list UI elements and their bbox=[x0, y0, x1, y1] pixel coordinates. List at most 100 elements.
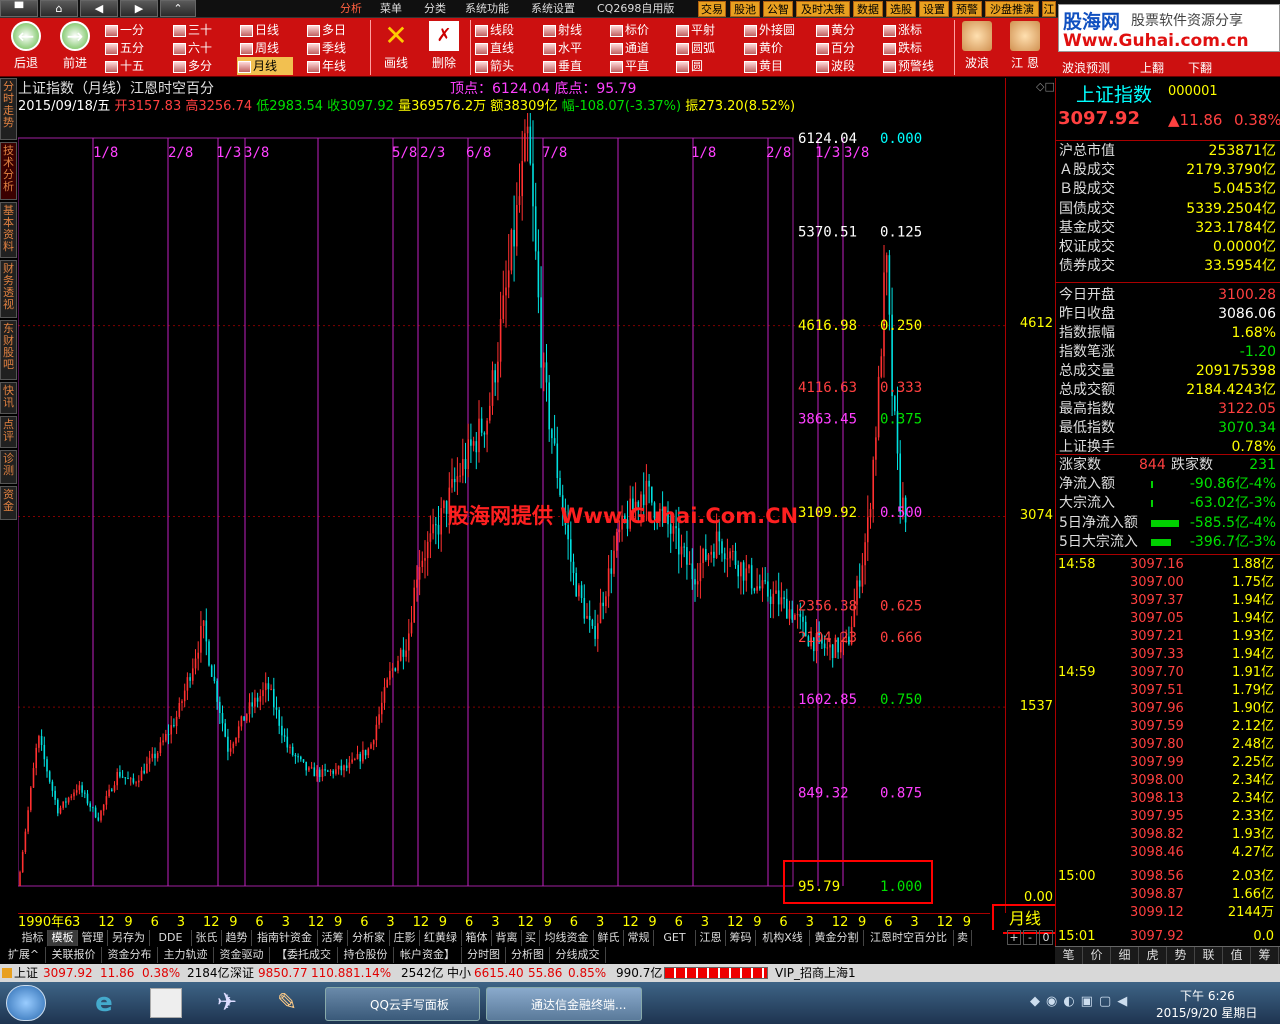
side-tab-basic-info[interactable]: 基本资料 bbox=[0, 202, 17, 258]
indicator-tab[interactable]: 趋势 bbox=[222, 930, 252, 946]
zx-index[interactable]: 6615.40 bbox=[474, 964, 524, 982]
tool-golden-price[interactable]: 黄价 bbox=[743, 39, 783, 57]
tool-ray[interactable]: 射线 bbox=[542, 21, 582, 39]
app-icon[interactable] bbox=[150, 988, 182, 1018]
side-tab-finance[interactable]: 财务透视 bbox=[0, 260, 17, 318]
quote-panel-tab[interactable]: 势 bbox=[1167, 947, 1195, 964]
tab-data[interactable]: 数据 bbox=[853, 1, 883, 17]
function-tab[interactable]: 帐户资金】 bbox=[394, 947, 462, 963]
clock-date[interactable]: 2015/9/20 星期日 bbox=[1156, 1004, 1257, 1021]
indicator-tab[interactable]: 江恩 bbox=[696, 930, 726, 946]
quote-panel-tab[interactable]: 笔 bbox=[1055, 947, 1083, 964]
indicator-tab[interactable]: 背离 bbox=[492, 930, 522, 946]
indicator-tab[interactable]: 庄影 bbox=[390, 930, 420, 946]
tool-flat-ray[interactable]: 平射 bbox=[675, 21, 715, 39]
indicator-tab[interactable]: 管理 bbox=[78, 930, 108, 946]
tool-golden-split[interactable]: 黄分 bbox=[815, 21, 855, 39]
function-tab[interactable]: 扩展^ bbox=[2, 947, 46, 963]
sh-index[interactable]: 3097.92 bbox=[43, 964, 93, 982]
tool-line[interactable]: 直线 bbox=[474, 39, 514, 57]
side-tab-diagnose[interactable]: 诊测 bbox=[0, 450, 17, 484]
indicator-tab[interactable]: 指南针资金 bbox=[252, 930, 318, 946]
tool-alert-line[interactable]: 预警线 bbox=[882, 57, 934, 75]
back-arrow-button[interactable]: ◀ bbox=[80, 0, 118, 17]
tab-jiang[interactable]: 江 bbox=[1042, 1, 1056, 17]
period-day[interactable]: 日线 bbox=[239, 21, 279, 39]
tab-settings[interactable]: 设置 bbox=[919, 1, 949, 17]
tool-arc[interactable]: 圆弧 bbox=[675, 39, 715, 57]
menu-analysis[interactable]: 分析 bbox=[340, 1, 362, 17]
tool-price-mark[interactable]: 标价 bbox=[609, 21, 649, 39]
quote-panel-tab[interactable]: 联 bbox=[1195, 947, 1223, 964]
period-multiday[interactable]: 多日 bbox=[306, 21, 346, 39]
period-15min[interactable]: 十五 bbox=[104, 57, 144, 75]
tab-stock-pool[interactable]: 股池 bbox=[730, 1, 760, 17]
indicator-tab[interactable]: 箱体 bbox=[462, 930, 492, 946]
period-month[interactable]: 月线 bbox=[237, 57, 293, 75]
side-tab-forum[interactable]: 东财股吧 bbox=[0, 320, 17, 380]
period-week[interactable]: 周线 bbox=[239, 39, 279, 57]
side-tab-news[interactable]: 快讯 bbox=[0, 382, 17, 414]
indicator-tab[interactable]: 常规 bbox=[624, 930, 654, 946]
function-tab[interactable]: 分时图 bbox=[462, 947, 506, 963]
indicator-tab[interactable]: 黄金分割 bbox=[810, 930, 864, 946]
forward-button[interactable]: → 前进 bbox=[55, 20, 95, 75]
indicator-tab[interactable]: 机构X线 bbox=[756, 930, 810, 946]
gann-button[interactable]: 江 恩 bbox=[1005, 20, 1045, 75]
indicator-tab[interactable]: DDE bbox=[150, 930, 192, 946]
tool-channel[interactable]: 通道 bbox=[609, 39, 649, 57]
page-up-button[interactable]: 上翻 bbox=[1140, 59, 1164, 76]
tool-segment[interactable]: 线段 bbox=[474, 21, 514, 39]
tool-vertical[interactable]: 垂直 bbox=[542, 57, 582, 75]
period-30min[interactable]: 三十 bbox=[172, 21, 212, 39]
indicator-tab[interactable]: 红黄绿 bbox=[420, 930, 462, 946]
indicator-tab[interactable]: 卖 bbox=[954, 930, 972, 946]
draw-line-button[interactable]: ✕ 画线 bbox=[376, 20, 416, 75]
indicator-tab[interactable]: 均线资金 bbox=[540, 930, 594, 946]
wave-predict-button[interactable]: 波浪预测 bbox=[1062, 59, 1110, 76]
tool-wave[interactable]: 波段 bbox=[815, 57, 855, 75]
tray-icons[interactable]: ◆◉◐▣▢◀ bbox=[1030, 994, 1140, 1012]
taskbar-qq-handwrite[interactable]: QQ云手写面板 bbox=[325, 987, 480, 1021]
period-60min[interactable]: 六十 bbox=[172, 39, 212, 57]
sz-index[interactable]: 9850.77 bbox=[258, 964, 308, 982]
tool-circumcircle[interactable]: 外接圆 bbox=[743, 21, 795, 39]
taskbar-tdx-terminal[interactable]: 通达信金融终端... bbox=[486, 987, 642, 1021]
tab-gongzhi[interactable]: 公智 bbox=[763, 1, 793, 17]
function-tab[interactable]: 分线成交 bbox=[550, 947, 606, 963]
clock-time[interactable]: 下午 6:26 bbox=[1180, 987, 1235, 1004]
period-multimin[interactable]: 多分 bbox=[172, 57, 212, 75]
zoom-in-button[interactable]: + bbox=[1007, 930, 1021, 945]
tool-horizontal[interactable]: 水平 bbox=[542, 39, 582, 57]
indicator-tab[interactable]: 活筹 bbox=[318, 930, 348, 946]
paint-icon[interactable]: ✎ bbox=[270, 988, 304, 1018]
tab-select-stock[interactable]: 选股 bbox=[886, 1, 916, 17]
tab-decision[interactable]: 及时决策 bbox=[796, 1, 850, 17]
indicator-tab[interactable]: 另存为 bbox=[108, 930, 150, 946]
indicator-tab[interactable]: 分析家 bbox=[348, 930, 390, 946]
start-icon[interactable] bbox=[6, 985, 46, 1021]
tool-down-mark[interactable]: 跌标 bbox=[882, 39, 922, 57]
menu-toggle-button[interactable]: ▀ bbox=[0, 0, 38, 17]
tool-percent[interactable]: 百分 bbox=[815, 39, 855, 57]
zoom-reset-button[interactable]: 0 bbox=[1039, 930, 1053, 945]
forward-arrow-button[interactable]: ▶ bbox=[120, 0, 158, 17]
period-year[interactable]: 年线 bbox=[306, 57, 346, 75]
indicator-tab[interactable]: 买 bbox=[522, 930, 540, 946]
function-tab[interactable]: 资金分布 bbox=[102, 947, 158, 963]
menu-system-function[interactable]: 系统功能 bbox=[465, 1, 509, 17]
period-quarter[interactable]: 季线 bbox=[306, 39, 346, 57]
menu-menu[interactable]: 菜单 bbox=[380, 1, 402, 17]
tool-golden-target[interactable]: 黄目 bbox=[743, 57, 783, 75]
function-tab[interactable]: 主力轨迹 bbox=[158, 947, 214, 963]
menu-category[interactable]: 分类 bbox=[424, 1, 446, 17]
side-tab-comment[interactable]: 点评 bbox=[0, 416, 17, 448]
indicator-tab[interactable]: 指标 bbox=[18, 930, 48, 946]
tool-arrow[interactable]: 箭头 bbox=[474, 57, 514, 75]
function-tab[interactable]: 资金驱动 bbox=[214, 947, 270, 963]
page-down-button[interactable]: 下翻 bbox=[1188, 59, 1212, 76]
zoom-out-button[interactable]: - bbox=[1023, 930, 1037, 945]
tool-up-mark[interactable]: 涨标 bbox=[882, 21, 922, 39]
tab-sandbox[interactable]: 沙盘推演 bbox=[985, 1, 1039, 17]
collapse-up-button[interactable]: ⌃ bbox=[160, 0, 196, 17]
